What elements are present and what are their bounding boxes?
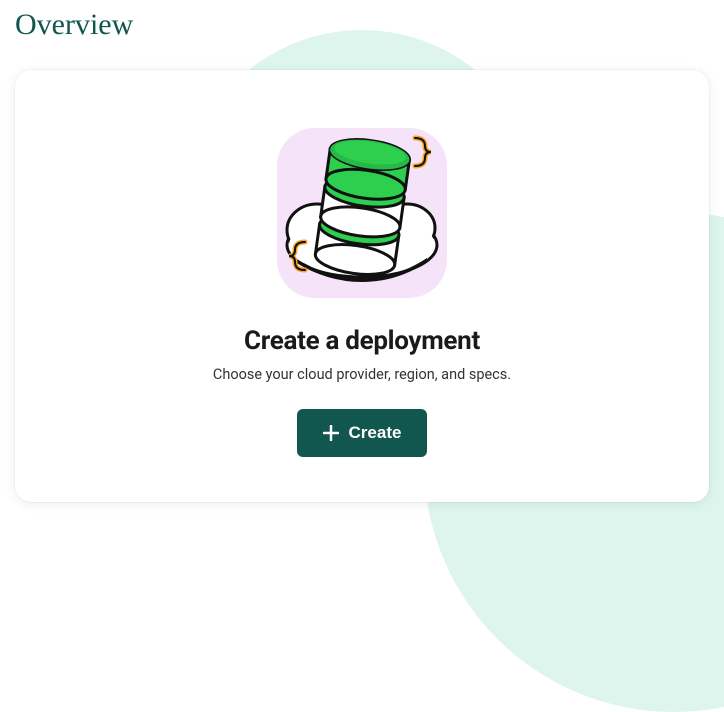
card-subtitle: Choose your cloud provider, region, and … — [213, 366, 511, 383]
card-title: Create a deployment — [244, 326, 480, 356]
deployment-card: Create a deployment Choose your cloud pr… — [15, 70, 709, 502]
page-title: Overview — [0, 0, 724, 42]
database-stack-illustration — [267, 110, 457, 310]
plus-icon — [323, 425, 339, 441]
create-button[interactable]: Create — [297, 409, 428, 457]
create-button-label: Create — [349, 423, 402, 443]
